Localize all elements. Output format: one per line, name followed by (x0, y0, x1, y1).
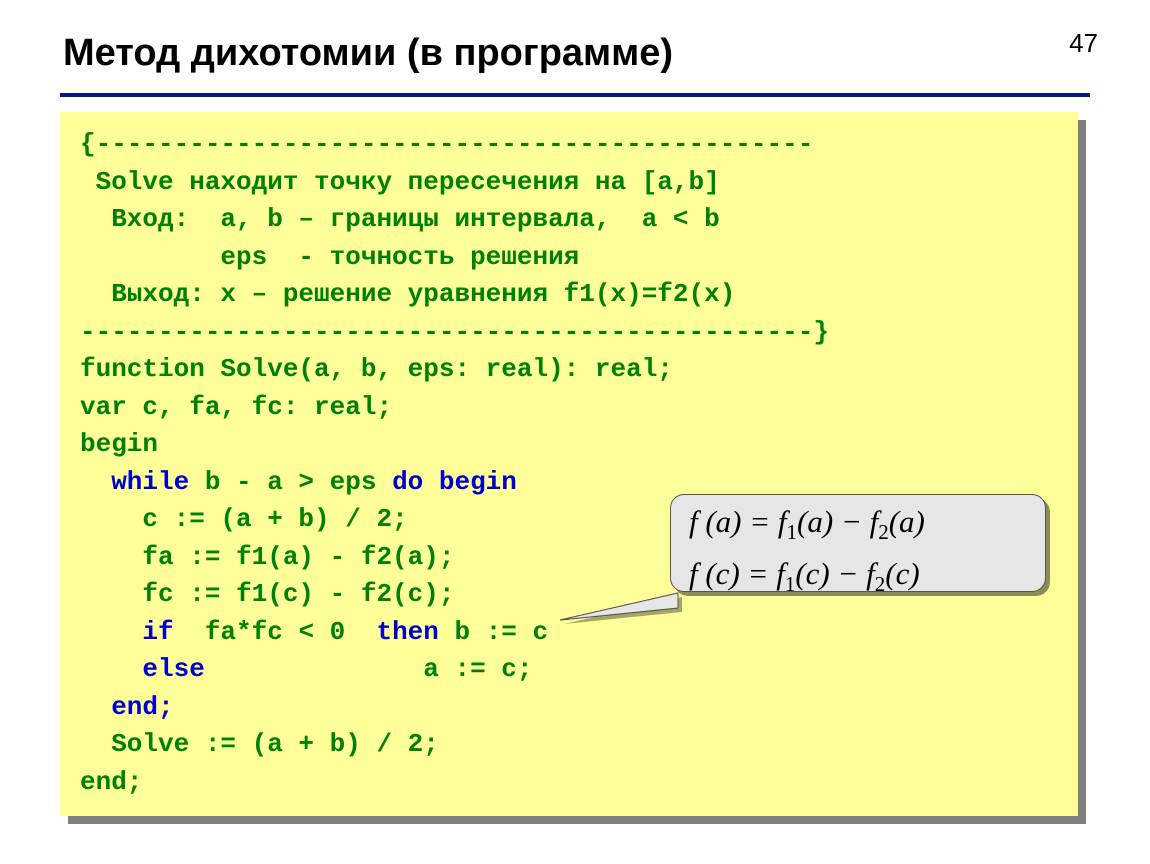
formula-callout: f (a) = f1(a) − f2(a) f (c) = f1 (c) − f2… (670, 494, 1046, 592)
formula-text: f (c) = f (689, 556, 785, 591)
code-listing: {---------------------------------------… (80, 126, 1058, 801)
formula-sub: 1 (785, 572, 796, 596)
code-line: begin (80, 429, 158, 459)
formula-text: (a) − f (797, 504, 878, 539)
code-box: {---------------------------------------… (60, 112, 1078, 816)
keyword-then: then (376, 617, 438, 647)
formula-sub: 2 (878, 520, 889, 544)
comment-line: {---------------------------------------… (80, 129, 813, 159)
code-line: function Solve(a, b, eps: real): real; (80, 354, 673, 384)
code-text: b - a > eps (189, 467, 392, 497)
page-title: Метод дихотомии (в программе) (63, 32, 673, 75)
code-text: b := c (439, 617, 548, 647)
formula-text: f (a) = f (689, 504, 787, 539)
comment-line: Вход: a, b – границы интервала, a < b (80, 204, 720, 234)
code-line: fa := f1(a) - f2(a); (80, 542, 454, 572)
code-text: a := c; (205, 654, 533, 684)
comment-line: ----------------------------------------… (80, 317, 829, 347)
formula-sub: 1 (787, 520, 798, 544)
keyword-end: end; (80, 692, 174, 722)
page-number: 47 (1069, 28, 1098, 59)
comment-line: eps - точность решения (80, 242, 579, 272)
code-line: fc := f1(c) - f2(c); (80, 579, 454, 609)
keyword-while: while (80, 467, 189, 497)
comment-line: Solve находит точку пересечения на [a,b] (80, 167, 720, 197)
comment-line: Выход: x – решение уравнения f1(x)=f2(x) (80, 279, 735, 309)
code-line: var c, fa, fc: real; (80, 392, 392, 422)
keyword-if: if (80, 617, 174, 647)
code-line: Solve := (a + b) / 2; (80, 729, 439, 759)
formula-text: (a) (889, 504, 925, 539)
formula-text: (c) − f (795, 556, 874, 591)
code-line: end; (80, 767, 142, 797)
keyword-else: else (80, 654, 205, 684)
code-line: c := (a + b) / 2; (80, 504, 408, 534)
formula-sub: 2 (875, 572, 886, 596)
title-rule (60, 93, 1090, 97)
formula-text: (c) (885, 556, 919, 591)
formula-line-1: f (a) = f1(a) − f2(a) (689, 501, 1027, 553)
keyword-do-begin: do begin (392, 467, 517, 497)
formula-line-2: f (c) = f1(c) − f2(c) (689, 553, 1027, 605)
code-text: fa*fc < 0 (174, 617, 377, 647)
